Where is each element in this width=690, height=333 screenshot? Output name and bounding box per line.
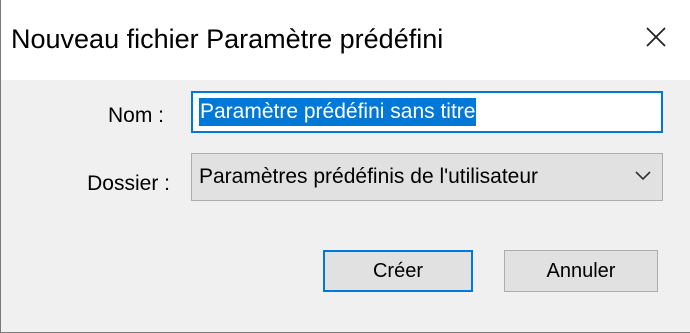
cancel-button[interactable]: Annuler [504,250,658,292]
folder-dropdown[interactable]: Paramètres prédéfinis de l'utilisateur [191,153,663,201]
close-button[interactable] [633,14,679,60]
name-input-value: Paramètre prédéfini sans titre [199,98,477,126]
title-bar: Nouveau fichier Paramètre prédéfini [1,0,690,80]
folder-dropdown-value: Paramètres prédéfinis de l'utilisateur [199,165,539,188]
create-button[interactable]: Créer [323,250,473,292]
dialog-title: Nouveau fichier Paramètre prédéfini [11,24,444,54]
folder-label: Dossier : [87,172,170,195]
name-input[interactable]: Paramètre prédéfini sans titre [191,91,663,133]
close-icon [646,27,666,47]
new-preset-dialog: Nouveau fichier Paramètre prédéfini Nom … [0,0,690,333]
name-label: Nom : [107,104,164,127]
chevron-down-icon [635,171,651,181]
